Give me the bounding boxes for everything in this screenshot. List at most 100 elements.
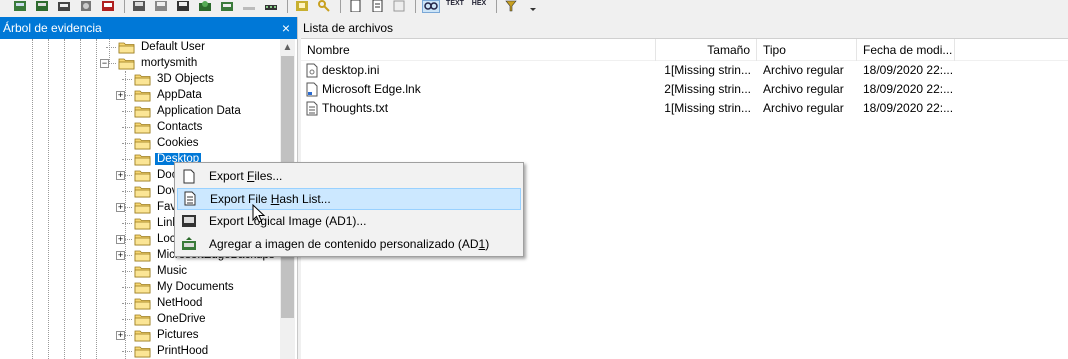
- tree-item-label: OneDrive: [157, 313, 206, 325]
- tree-item[interactable]: Pictures: [134, 327, 201, 343]
- tree-item-label: My Documents: [157, 281, 234, 293]
- menu-item-label: Export Files...: [209, 169, 283, 184]
- file-size: 1[Missing strin...: [664, 101, 751, 115]
- file-icon: [180, 168, 198, 184]
- file-type: Archivo regular: [763, 63, 844, 77]
- hexview-icon[interactable]: HEX: [470, 0, 488, 13]
- context-menu: Export Files... Export File Hash List...…: [174, 162, 524, 257]
- clear-icon[interactable]: [241, 0, 257, 13]
- list-icon[interactable]: [369, 0, 385, 13]
- hex-icon[interactable]: [422, 0, 440, 13]
- tree-item[interactable]: Application Data: [134, 103, 243, 119]
- file-date: 18/09/2020 22:...: [863, 82, 954, 96]
- folder-icon: [134, 122, 151, 133]
- tree-item[interactable]: My Documents: [134, 279, 236, 295]
- tree-connector: [122, 159, 132, 160]
- folder-icon: [134, 314, 151, 325]
- file-type: Archivo regular: [763, 101, 844, 115]
- tree-guide-line: [48, 39, 49, 359]
- tree-item[interactable]: Fav: [134, 199, 178, 215]
- tree-item-label: Music: [157, 265, 188, 277]
- tree-item[interactable]: Loc: [134, 231, 178, 247]
- main-toolbar: TEXT HEX: [0, 0, 1068, 17]
- menu-item-label: Export Logical Image (AD1)...: [209, 214, 367, 229]
- ini-file-icon: [306, 63, 318, 78]
- tree-item[interactable]: Cookies: [134, 135, 201, 151]
- toolbar-separator: [287, 0, 288, 13]
- tree-connector: [122, 303, 132, 304]
- filter-icon[interactable]: [503, 0, 519, 13]
- menu-item-export-file-hash-list[interactable]: Export File Hash List...: [177, 187, 521, 210]
- add-evidence-icon[interactable]: [12, 0, 28, 13]
- file-row[interactable]: desktop.ini 1[Missing strin... Archivo reg…: [301, 61, 1068, 80]
- dropdown-icon[interactable]: [525, 0, 541, 13]
- tree-item[interactable]: Dov: [134, 183, 179, 199]
- text-label: TEXT: [446, 0, 464, 7]
- panel-title: Lista de archivos: [303, 20, 394, 35]
- file-type: Archivo regular: [763, 82, 844, 96]
- export-icon[interactable]: [100, 0, 116, 13]
- tree-item[interactable]: NetHood: [134, 295, 204, 311]
- expand-icon[interactable]: +: [116, 235, 125, 244]
- tree-item[interactable]: PrintHood: [134, 343, 210, 359]
- tree-item[interactable]: AppData: [134, 87, 204, 103]
- tree-item[interactable]: mortysmith: [118, 55, 199, 71]
- text-icon[interactable]: TEXT: [446, 0, 464, 13]
- expand-icon[interactable]: +: [116, 331, 125, 340]
- tree-item[interactable]: Doc: [134, 167, 179, 183]
- tree-guide-line: [32, 39, 33, 359]
- column-header-size[interactable]: Tamaño: [656, 38, 757, 61]
- print-icon[interactable]: [175, 0, 191, 13]
- menu-item-export-files[interactable]: Export Files...: [177, 165, 521, 188]
- column-header-type[interactable]: Tipo: [757, 38, 857, 61]
- scroll-up-icon[interactable]: ▲: [280, 39, 295, 56]
- folder-icon: [134, 330, 151, 341]
- menu-item-label: Export File Hash List...: [210, 191, 331, 206]
- menu-item-label: Agregar a imagen de contenido personaliz…: [209, 236, 490, 251]
- save-icon[interactable]: [131, 0, 147, 13]
- column-header-name[interactable]: Nombre: [301, 38, 656, 61]
- memory-icon[interactable]: [263, 0, 279, 13]
- tree-item-label: Cookies: [157, 137, 199, 149]
- gallery-icon[interactable]: [391, 0, 407, 13]
- tree-icon[interactable]: [294, 0, 310, 13]
- capture-icon[interactable]: [219, 0, 235, 13]
- toolbar-separator: [415, 0, 416, 13]
- tree-connector: [122, 111, 132, 112]
- tree-item-label: Pictures: [157, 329, 199, 341]
- menu-item-export-logical-image[interactable]: Export Logical Image (AD1)...: [177, 210, 521, 233]
- print-2-icon[interactable]: [197, 0, 213, 13]
- folder-icon: [134, 298, 151, 309]
- folder-icon: [134, 202, 151, 213]
- tree-item[interactable]: Default User: [118, 39, 207, 55]
- tree-item[interactable]: Music: [134, 263, 189, 279]
- file-size: 2[Missing strin...: [664, 82, 751, 96]
- expand-icon[interactable]: +: [116, 203, 125, 212]
- folder-icon: [134, 250, 151, 261]
- save-disk-icon[interactable]: [153, 0, 169, 13]
- menu-item-add-to-custom-image[interactable]: Agregar a imagen de contenido personaliz…: [177, 233, 521, 256]
- file-name: desktop.ini: [301, 61, 656, 80]
- column-header-date[interactable]: Fecha de modi...: [857, 38, 955, 61]
- tree-item[interactable]: OneDrive: [134, 311, 208, 327]
- expand-icon[interactable]: +: [116, 91, 125, 100]
- key-icon[interactable]: [316, 0, 332, 13]
- expand-icon[interactable]: +: [116, 251, 125, 260]
- disk-icon[interactable]: [78, 0, 94, 13]
- expand-icon[interactable]: +: [116, 171, 125, 180]
- remove-evidence-icon[interactable]: [56, 0, 72, 13]
- file-row[interactable]: Microsoft Edge.lnk 2[Missing strin... Arch…: [301, 80, 1068, 99]
- tree-item[interactable]: Contacts: [134, 119, 204, 135]
- tree-item-label: Default User: [141, 41, 205, 53]
- collapse-icon[interactable]: −: [100, 59, 109, 68]
- tree-item[interactable]: 3D Objects: [134, 71, 216, 87]
- text-file-icon: [306, 101, 318, 116]
- shortcut-file-icon: [306, 82, 318, 97]
- file-name: Microsoft Edge.lnk: [301, 80, 656, 99]
- page-icon[interactable]: [347, 0, 363, 13]
- close-icon[interactable]: ×: [275, 20, 297, 36]
- tree-item-label: PrintHood: [157, 345, 209, 357]
- file-row[interactable]: Thoughts.txt 1[Missing strin... Archivo re…: [301, 99, 1068, 118]
- image-icon[interactable]: [34, 0, 50, 13]
- file-rows: desktop.ini 1[Missing strin... Archivo reg…: [301, 61, 1068, 118]
